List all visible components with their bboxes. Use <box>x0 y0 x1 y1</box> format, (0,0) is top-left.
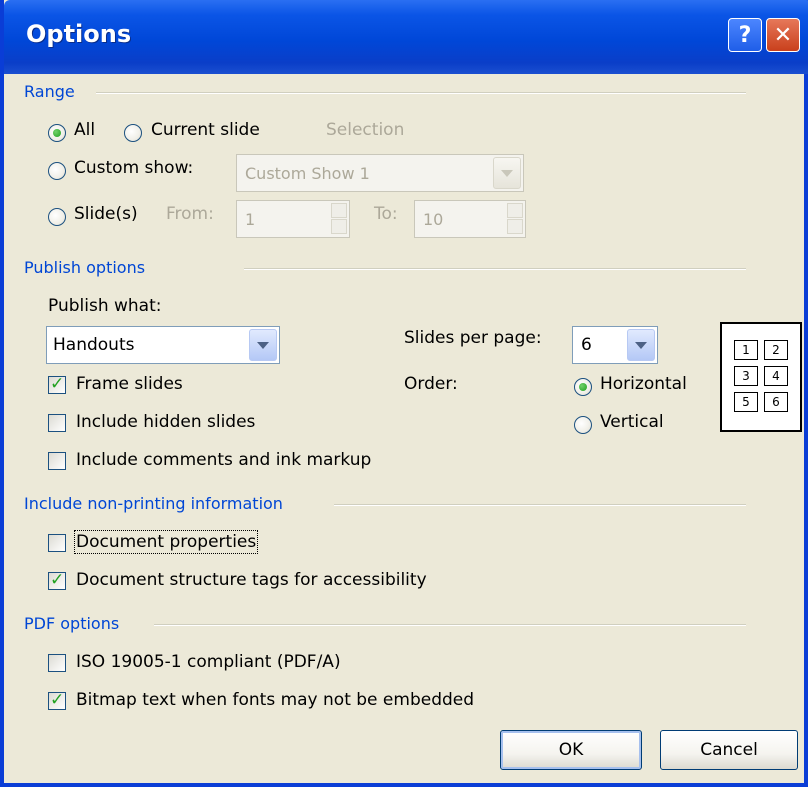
include-hidden-label: Include hidden slides <box>76 412 256 432</box>
radio-horizontal-label: Horizontal <box>600 374 687 394</box>
preview-cell: 3 <box>734 366 758 386</box>
radio-vertical[interactable] <box>574 416 592 434</box>
to-value: 10 <box>423 210 444 229</box>
frame-slides-checkbox[interactable]: ✓ <box>48 374 66 394</box>
radio-vertical-label: Vertical <box>600 412 664 432</box>
ok-button[interactable]: OK <box>500 730 642 770</box>
checkmark-icon: ✓ <box>50 374 65 394</box>
preview-cell: 6 <box>764 392 788 412</box>
iso-compliant-checkbox[interactable] <box>48 654 66 672</box>
to-spin-buttons[interactable] <box>507 203 523 235</box>
pdf-divider <box>154 624 746 626</box>
checkmark-icon: ✓ <box>50 690 65 710</box>
cancel-button[interactable]: Cancel <box>660 730 798 770</box>
chevron-down-icon <box>501 169 513 177</box>
radio-selection-label: Selection <box>326 120 405 140</box>
document-properties-label: Document properties <box>73 530 259 554</box>
checkmark-icon: ✓ <box>50 570 65 590</box>
help-icon: ? <box>738 22 752 48</box>
custom-show-dropdown-button[interactable] <box>493 157 521 189</box>
radio-slides-label: Slide(s) <box>74 204 138 224</box>
range-group-label: Range <box>24 82 75 101</box>
radio-current-slide[interactable] <box>124 124 142 142</box>
preview-cell: 5 <box>734 392 758 412</box>
preview-cell: 4 <box>764 366 788 386</box>
publish-what-dropdown[interactable]: Handouts <box>46 326 280 364</box>
slides-per-page-value: 6 <box>581 335 592 355</box>
options-dialog: Options ? ✕ Range All Current slide Sele… <box>0 0 808 787</box>
preview-cell: 1 <box>734 340 758 360</box>
to-spinner[interactable]: 10 <box>414 200 526 238</box>
radio-all[interactable] <box>48 124 66 142</box>
chevron-down-icon <box>257 341 269 349</box>
custom-show-dropdown[interactable]: Custom Show 1 <box>236 154 524 192</box>
bitmap-text-checkbox[interactable]: ✓ <box>48 690 66 710</box>
help-button[interactable]: ? <box>728 18 762 52</box>
from-value: 1 <box>245 210 256 229</box>
radio-all-label: All <box>74 120 96 140</box>
structure-tags-checkbox[interactable]: ✓ <box>48 570 66 590</box>
from-spinner[interactable]: 1 <box>236 200 350 238</box>
to-label: To: <box>374 204 398 224</box>
slides-per-page-dropdown-button[interactable] <box>627 329 655 361</box>
custom-show-value: Custom Show 1 <box>245 164 370 183</box>
from-label: From: <box>166 204 214 224</box>
bitmap-text-label: Bitmap text when fonts may not be embedd… <box>76 690 475 710</box>
pdf-group-label: PDF options <box>24 614 120 633</box>
nonprinting-divider <box>334 504 746 506</box>
frame-slides-label: Frame slides <box>76 374 183 394</box>
chevron-down-icon <box>635 341 647 349</box>
close-button[interactable]: ✕ <box>766 18 800 52</box>
publish-divider <box>244 268 746 270</box>
radio-horizontal[interactable] <box>574 378 592 396</box>
close-icon: ✕ <box>773 22 793 48</box>
publish-what-value: Handouts <box>53 335 135 355</box>
radio-current-slide-label: Current slide <box>151 120 260 140</box>
handout-layout-preview: 1 2 3 4 5 6 <box>720 322 802 432</box>
publish-what-dropdown-button[interactable] <box>249 329 277 361</box>
from-spin-buttons[interactable] <box>331 203 347 235</box>
radio-custom-show[interactable] <box>48 162 66 180</box>
include-comments-checkbox[interactable] <box>48 452 66 470</box>
include-hidden-checkbox[interactable] <box>48 414 66 432</box>
publish-what-label: Publish what: <box>48 296 162 316</box>
title-bar[interactable]: Options ? ✕ <box>4 0 808 74</box>
structure-tags-label: Document structure tags for accessibilit… <box>76 570 427 590</box>
nonprinting-group-label: Include non-printing information <box>24 494 283 513</box>
iso-compliant-label: ISO 19005-1 compliant (PDF/A) <box>76 652 341 672</box>
radio-slides[interactable] <box>48 208 66 226</box>
radio-custom-show-label: Custom show: <box>74 158 194 178</box>
range-divider <box>96 92 746 94</box>
order-label: Order: <box>404 374 458 394</box>
include-comments-label: Include comments and ink markup <box>76 450 372 470</box>
preview-cell: 2 <box>764 340 788 360</box>
document-properties-checkbox[interactable] <box>48 534 66 552</box>
slides-per-page-dropdown[interactable]: 6 <box>572 326 658 364</box>
publish-group-label: Publish options <box>24 258 146 277</box>
dialog-title: Options <box>26 20 132 48</box>
slides-per-page-label: Slides per page: <box>404 328 542 348</box>
